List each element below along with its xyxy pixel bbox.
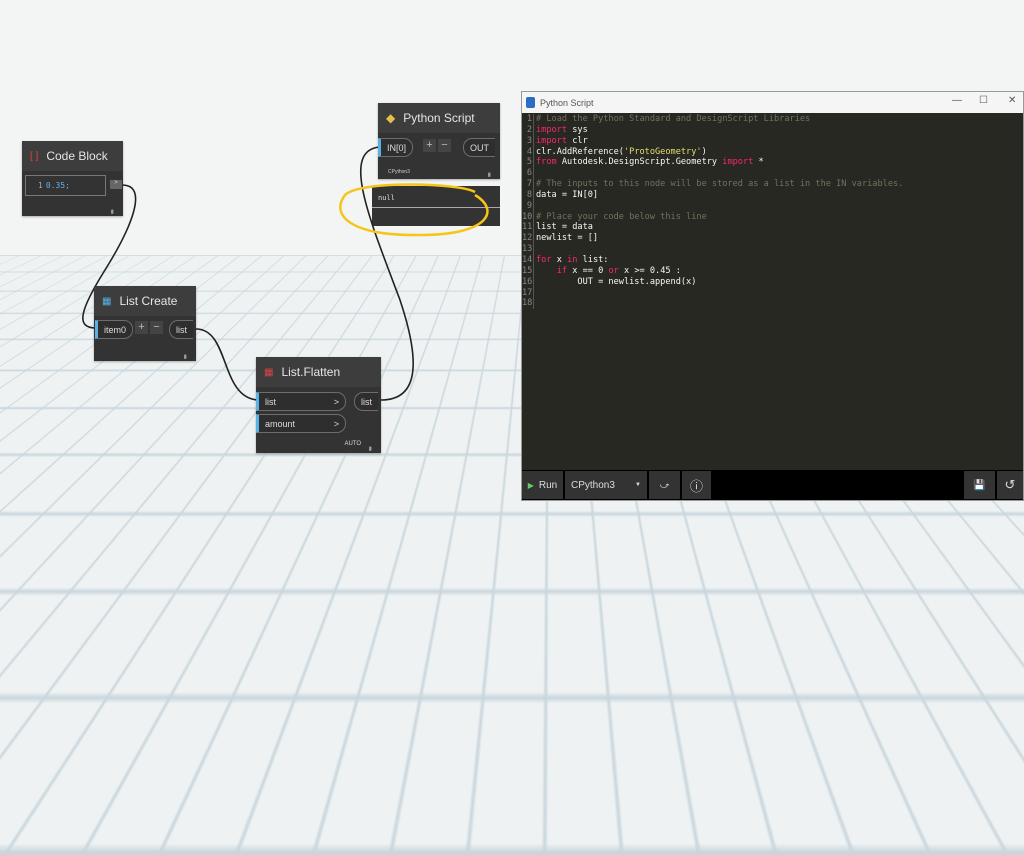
- list-flatten-node[interactable]: ▦ List.Flatten list > amount > list AUTO ••…: [256, 357, 381, 453]
- code-line: 2 import sys: [522, 125, 1023, 136]
- code-line: 15 if x == 0 or x >= 0.45 :: [522, 266, 1023, 277]
- python-icon: ◆: [386, 111, 395, 125]
- node-title: Python Script: [403, 111, 474, 125]
- code-line: 11 list = data: [522, 222, 1023, 233]
- node-title: Code Block: [46, 149, 107, 163]
- engine-label: CPython3: [388, 169, 410, 175]
- add-input-button[interactable]: +: [135, 321, 148, 334]
- node-menu-icon[interactable]: •••: [484, 172, 494, 175]
- node-menu-icon[interactable]: •••: [365, 446, 375, 449]
- python-script-node[interactable]: ◆ Python Script IN[0] + − OUT CPython3 ••…: [378, 103, 500, 179]
- code-line: 18: [522, 298, 1023, 309]
- engine-dropdown[interactable]: CPython3 ▼: [565, 471, 647, 499]
- help-icon: ⓘ: [690, 476, 703, 495]
- remove-input-button[interactable]: −: [150, 321, 163, 334]
- code-line: 1 # Load the Python Standard and DesignSc…: [522, 114, 1023, 125]
- output-port-list[interactable]: list: [354, 392, 378, 411]
- save-button[interactable]: 💾: [964, 471, 995, 499]
- node-title: List Create: [119, 294, 177, 308]
- editor-toolbar: ▶ Run CPython3 ▼ ⤻ ⓘ 💾 ↺: [522, 470, 1023, 500]
- code-line: 14 for x in list:: [522, 255, 1023, 266]
- save-icon: 💾: [973, 480, 985, 491]
- node-menu-icon[interactable]: •••: [107, 209, 117, 212]
- remove-input-button[interactable]: −: [438, 139, 451, 152]
- code-editor[interactable]: 1 # Load the Python Standard and DesignSc…: [522, 114, 1023, 309]
- input-port-list[interactable]: list >: [256, 392, 346, 411]
- output-port-list[interactable]: list: [169, 320, 193, 339]
- lacing-label: AUTO: [344, 441, 361, 447]
- list-flatten-icon: ▦: [264, 367, 273, 378]
- app-icon: [526, 97, 535, 108]
- run-button[interactable]: ▶ Run: [522, 471, 563, 499]
- migration-button[interactable]: ⤻: [649, 471, 680, 499]
- list-create-icon: ▦: [102, 296, 111, 307]
- code-line: 7 # The inputs to this node will be store…: [522, 179, 1023, 190]
- code-block-icon: [ ]: [30, 151, 38, 162]
- input-port-item0[interactable]: item0: [95, 320, 133, 339]
- maximize-button[interactable]: ☐: [979, 95, 988, 106]
- code-line: 8 data = IN[0]: [522, 190, 1023, 201]
- code-line: 6: [522, 168, 1023, 179]
- undo-icon: ↺: [1005, 477, 1016, 493]
- python-editor-window: Python Script — ☐ ✕ 1 # Load the Python S…: [521, 91, 1024, 501]
- revert-button[interactable]: ↺: [997, 471, 1023, 499]
- node-title: List.Flatten: [281, 365, 340, 379]
- code-line: 17: [522, 288, 1023, 299]
- play-icon: ▶: [528, 481, 534, 490]
- code-line: 10 # Place your code below this line: [522, 212, 1023, 223]
- help-button[interactable]: ⓘ: [682, 471, 711, 499]
- code-line: 13: [522, 244, 1023, 255]
- window-title: Python Script: [540, 98, 594, 108]
- code-block-node[interactable]: [ ] Code Block 1 0.35; > •••: [22, 141, 123, 216]
- convert-2to3-icon: ⤻: [660, 480, 670, 491]
- title-bar: Python Script — ☐ ✕: [522, 92, 1023, 113]
- node-menu-icon[interactable]: •••: [180, 354, 190, 357]
- code-line: 9: [522, 201, 1023, 212]
- output-port-out[interactable]: OUT: [463, 138, 495, 157]
- close-button[interactable]: ✕: [1008, 95, 1016, 106]
- input-port-in0[interactable]: IN[0]: [378, 138, 413, 157]
- minimize-button[interactable]: —: [952, 95, 962, 106]
- output-port[interactable]: >: [110, 180, 122, 189]
- code-line: 5 from Autodesk.DesignScript.Geometry imp…: [522, 157, 1023, 168]
- code-input[interactable]: 1 0.35;: [25, 175, 106, 196]
- code-line: 16 OUT = newlist.append(x): [522, 277, 1023, 288]
- code-line: 3 import clr: [522, 136, 1023, 147]
- code-line: 4 clr.AddReference('ProtoGeometry'): [522, 147, 1023, 158]
- list-create-node[interactable]: ▦ List Create item0 + − list •••: [94, 286, 196, 361]
- add-input-button[interactable]: +: [423, 139, 436, 152]
- code-line: 12 newlist = []: [522, 233, 1023, 244]
- preview-bubble: null: [372, 186, 500, 226]
- chevron-down-icon: ▼: [635, 482, 641, 488]
- preview-value: null: [372, 186, 500, 208]
- input-port-amount[interactable]: amount >: [256, 414, 346, 433]
